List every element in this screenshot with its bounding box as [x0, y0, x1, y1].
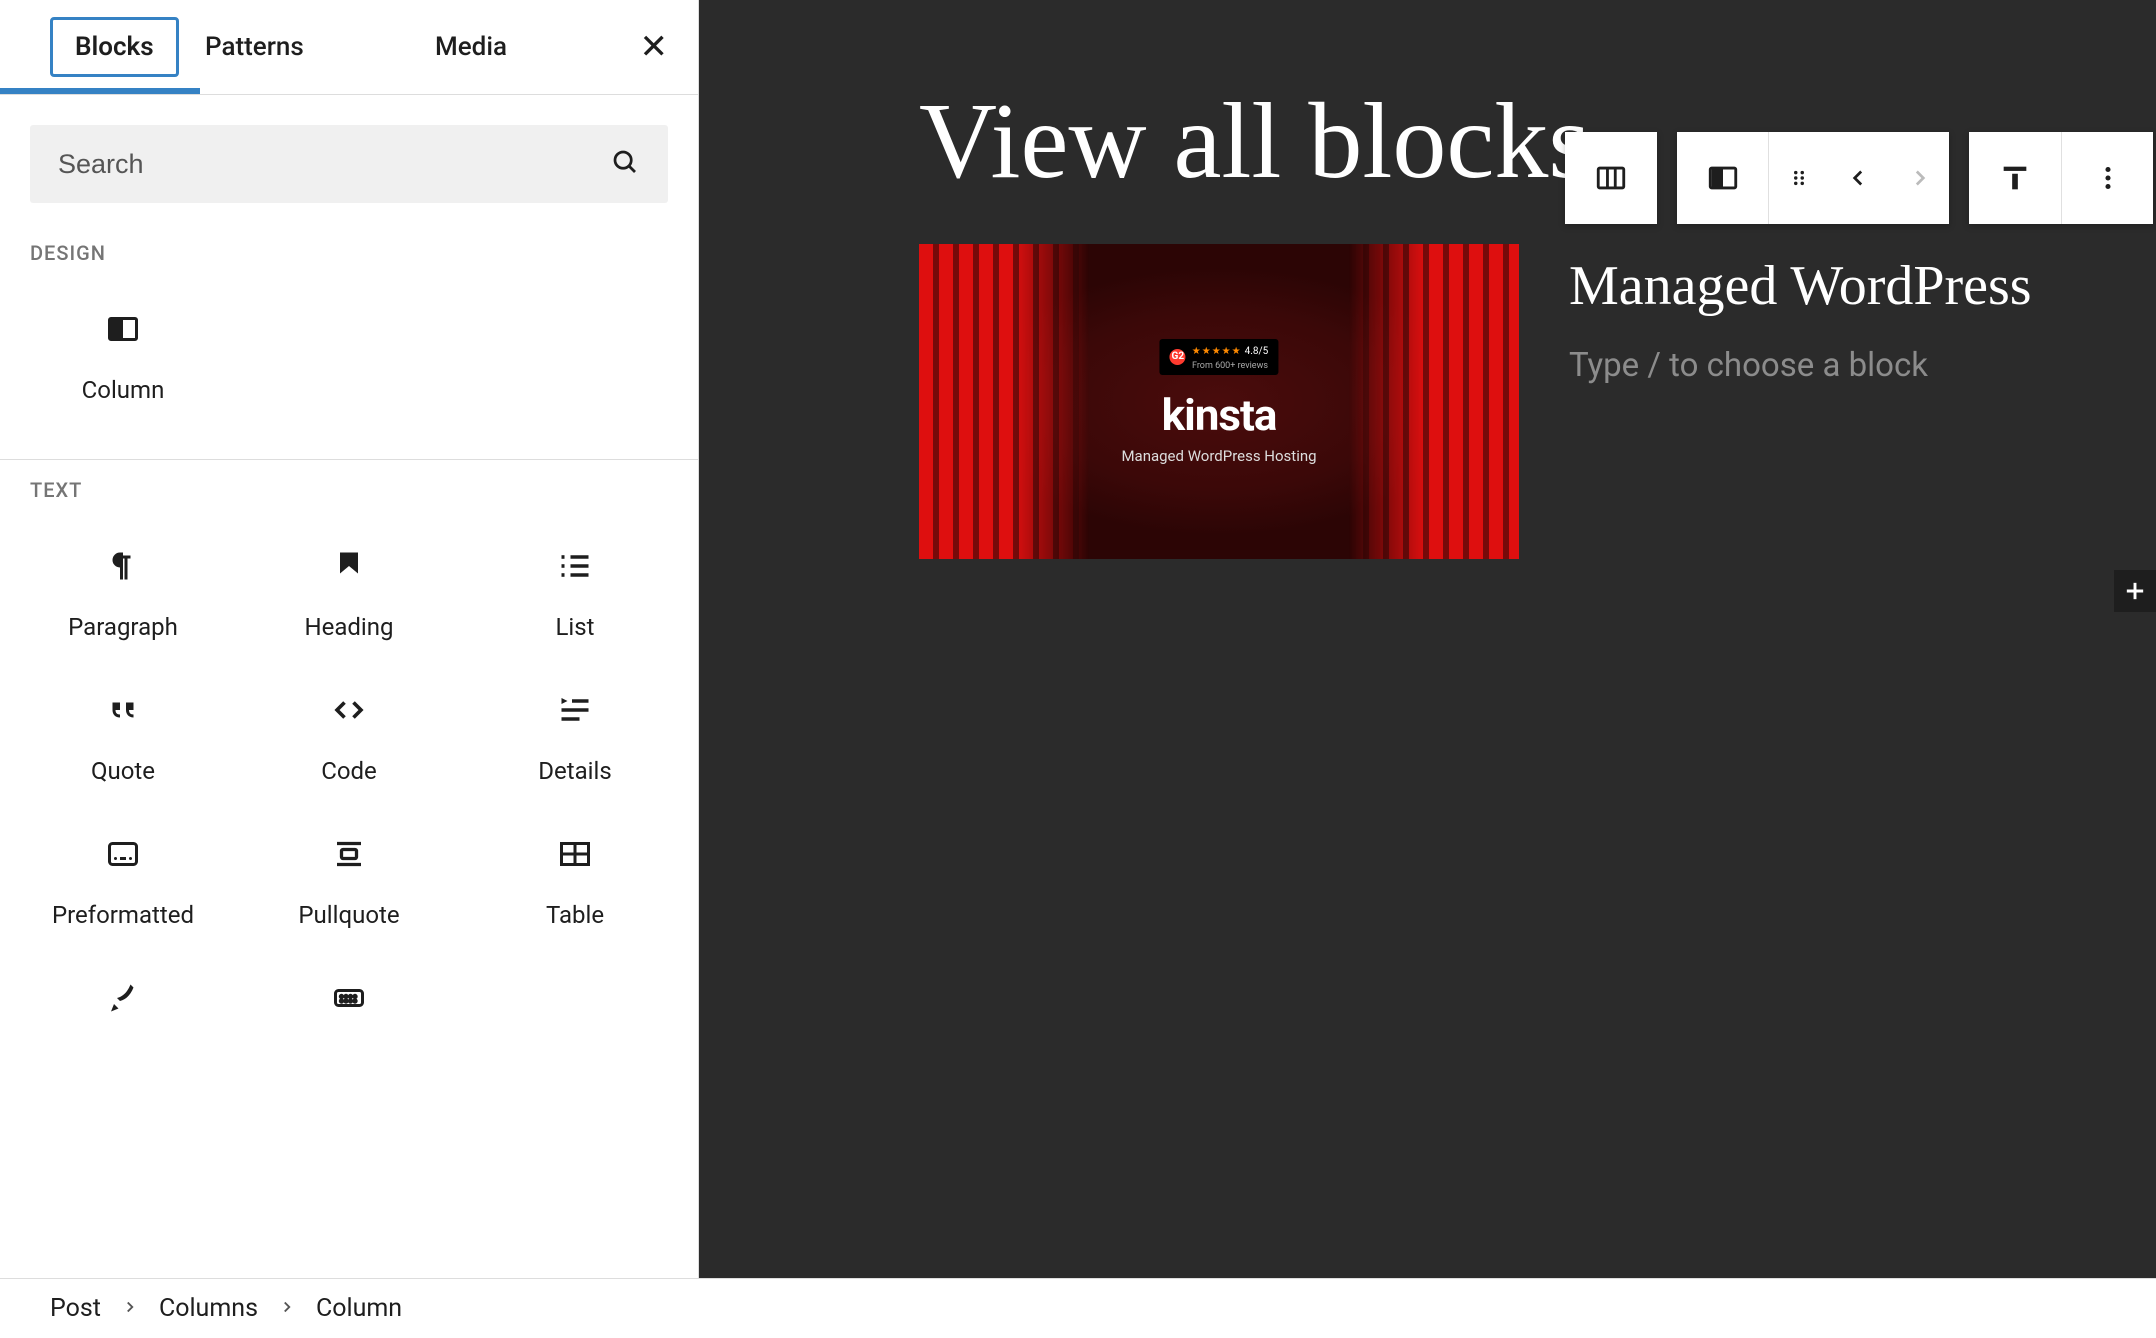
editor-canvas[interactable]: View all blocks G2 ★★★★★ 4.8/5 From 600+…: [699, 0, 2156, 1278]
block-inserter: Blocks Patterns Media ✕: [0, 0, 699, 1278]
block-details[interactable]: Details: [462, 666, 688, 810]
chevron-right-icon: [278, 1294, 296, 1323]
block-pullquote[interactable]: Pullquote: [236, 810, 462, 954]
text-grid: Paragraph Heading List: [0, 512, 698, 1100]
move-left-button[interactable]: [1829, 132, 1889, 224]
empty-paragraph-placeholder[interactable]: Type / to choose a block: [1569, 346, 2096, 385]
crumb-column[interactable]: Column: [316, 1294, 402, 1323]
stars-icon: ★★★★★: [1192, 346, 1242, 357]
brand-logo: kinsta: [1121, 389, 1316, 441]
tab-blocks[interactable]: Blocks: [0, 0, 200, 94]
heading-icon: [331, 547, 367, 585]
crumb-post[interactable]: Post: [50, 1294, 101, 1323]
block-table[interactable]: Table: [462, 810, 688, 954]
block-type-column-button[interactable]: [1677, 132, 1769, 224]
crumb-columns[interactable]: Columns: [159, 1294, 258, 1323]
block-preformatted-label: Preformatted: [52, 901, 194, 929]
chevron-right-icon: [121, 1294, 139, 1323]
block-paragraph[interactable]: Paragraph: [10, 522, 236, 666]
g2-icon: G2: [1170, 349, 1186, 365]
rating-sub: From 600+ reviews: [1192, 361, 1268, 371]
active-tab-indicator: [0, 88, 200, 94]
classic-icon: [331, 979, 367, 1017]
select-parent-columns-button[interactable]: [1565, 132, 1657, 224]
rating-value: 4.8/5: [1245, 346, 1269, 357]
table-icon: [557, 835, 593, 873]
search-icon: [610, 147, 640, 181]
columns-block: G2 ★★★★★ 4.8/5 From 600+ reviews kinsta …: [919, 244, 2096, 559]
toolbar-parent-group: [1565, 132, 1657, 224]
toolbar-nav-group: [1677, 132, 1949, 224]
block-quote-label: Quote: [91, 757, 155, 785]
tab-patterns[interactable]: Patterns: [200, 0, 410, 94]
block-paragraph-label: Paragraph: [68, 613, 178, 641]
quote-icon: [105, 691, 141, 729]
block-verse[interactable]: [10, 954, 236, 1070]
tab-media-label: Media: [435, 32, 507, 62]
tab-patterns-label: Patterns: [205, 32, 304, 62]
block-breadcrumb: Post Columns Column: [0, 1278, 2156, 1338]
column-icon: [105, 310, 141, 348]
heading-block[interactable]: Managed WordPress: [1569, 254, 2096, 318]
close-inserter-button[interactable]: ✕: [640, 27, 669, 67]
column-block-selected[interactable]: Managed WordPress Type / to choose a blo…: [1569, 244, 2096, 385]
tab-blocks-label: Blocks: [50, 17, 179, 77]
toolbar-align-group: [1969, 132, 2153, 224]
vertical-align-button[interactable]: [1969, 132, 2061, 224]
add-block-button[interactable]: [2114, 570, 2156, 612]
inserter-tabs: Blocks Patterns Media ✕: [0, 0, 698, 95]
block-table-label: Table: [546, 901, 604, 929]
verse-icon: [105, 979, 141, 1017]
search-box[interactable]: [30, 125, 668, 203]
search-input[interactable]: [58, 149, 610, 180]
design-section-title: DESIGN: [0, 223, 698, 275]
block-column-label: Column: [82, 376, 165, 404]
block-quote[interactable]: Quote: [10, 666, 236, 810]
search-wrap: [0, 95, 698, 223]
block-list-label: List: [556, 613, 595, 641]
block-heading[interactable]: Heading: [236, 522, 462, 666]
pullquote-icon: [331, 835, 367, 873]
image-content: G2 ★★★★★ 4.8/5 From 600+ reviews kinsta …: [1121, 339, 1316, 465]
block-code-label: Code: [321, 757, 377, 785]
image-block[interactable]: G2 ★★★★★ 4.8/5 From 600+ reviews kinsta …: [919, 244, 1519, 559]
close-icon: ✕: [640, 27, 669, 67]
block-code[interactable]: Code: [236, 666, 462, 810]
block-pullquote-label: Pullquote: [298, 901, 399, 929]
code-icon: [331, 691, 367, 729]
rating-badge: G2 ★★★★★ 4.8/5 From 600+ reviews: [1160, 339, 1278, 375]
block-toolbar: [1565, 132, 2153, 224]
block-classic[interactable]: [236, 954, 462, 1070]
tab-media[interactable]: Media: [410, 0, 590, 94]
block-column[interactable]: Column: [10, 285, 236, 429]
block-heading-label: Heading: [304, 613, 393, 641]
paragraph-icon: [105, 547, 141, 585]
details-icon: [557, 691, 593, 729]
block-details-label: Details: [538, 757, 611, 785]
preformatted-icon: [105, 835, 141, 873]
brand-tagline: Managed WordPress Hosting: [1121, 447, 1316, 465]
editor-root: Blocks Patterns Media ✕: [0, 0, 2156, 1278]
move-right-button: [1889, 132, 1949, 224]
text-section-title: TEXT: [0, 460, 698, 512]
block-list[interactable]: List: [462, 522, 688, 666]
block-preformatted[interactable]: Preformatted: [10, 810, 236, 954]
drag-handle[interactable]: [1769, 132, 1829, 224]
design-grid: Column: [0, 275, 698, 459]
list-icon: [557, 547, 593, 585]
more-options-button[interactable]: [2061, 132, 2153, 224]
